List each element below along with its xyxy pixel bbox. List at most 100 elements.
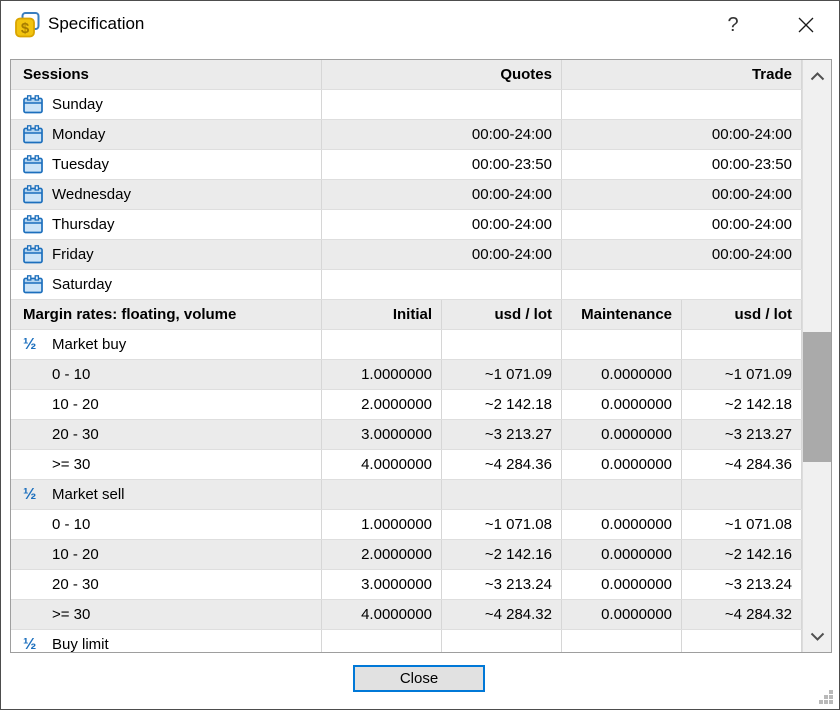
scrollbar-thumb[interactable] bbox=[803, 332, 831, 462]
value-cell: Trade bbox=[562, 60, 802, 89]
cell-text: Monday bbox=[52, 126, 105, 143]
chevron-down-icon bbox=[810, 632, 825, 641]
table-row: 10 - 202.0000000~2 142.180.0000000~2 142… bbox=[11, 390, 802, 420]
table-row: ½Market buy bbox=[11, 330, 802, 360]
label-cell: ½Market sell bbox=[11, 480, 322, 509]
cell-text: Market sell bbox=[52, 486, 125, 503]
specification-dialog: $ Specification ? SessionsQuotesTradeSun… bbox=[0, 0, 840, 710]
label-cell: Saturday bbox=[11, 270, 322, 299]
value-cell bbox=[562, 480, 682, 509]
value-cell: 0.0000000 bbox=[562, 420, 682, 449]
value-cell bbox=[682, 630, 802, 653]
cell-text: Margin rates: floating, volume bbox=[23, 306, 236, 323]
value-cell bbox=[322, 270, 562, 299]
value-cell: ~4 284.32 bbox=[442, 600, 562, 629]
value-cell: ~4 284.36 bbox=[442, 450, 562, 479]
table-row: Saturday bbox=[11, 270, 802, 300]
table-row: 0 - 101.0000000~1 071.080.0000000~1 071.… bbox=[11, 510, 802, 540]
value-cell: 0.0000000 bbox=[562, 510, 682, 539]
one-half-icon: ½ bbox=[23, 636, 43, 654]
label-cell: 0 - 10 bbox=[11, 360, 322, 389]
scroll-up-button[interactable] bbox=[803, 62, 831, 90]
cell-text: Sunday bbox=[52, 96, 103, 113]
value-cell: usd / lot bbox=[682, 300, 802, 329]
value-cell: ~1 071.08 bbox=[682, 510, 802, 539]
cell-text: 10 - 20 bbox=[52, 396, 99, 413]
value-cell: Quotes bbox=[322, 60, 562, 89]
value-cell: 00:00-24:00 bbox=[562, 180, 802, 209]
value-cell: 0.0000000 bbox=[562, 570, 682, 599]
value-cell bbox=[562, 630, 682, 653]
help-button[interactable]: ? bbox=[713, 5, 753, 45]
resize-grip[interactable] bbox=[818, 689, 834, 705]
window-close-button[interactable] bbox=[785, 5, 827, 45]
close-icon bbox=[797, 16, 815, 34]
value-cell bbox=[322, 90, 562, 119]
resize-grip-icon bbox=[818, 689, 834, 705]
cell-text: >= 30 bbox=[52, 606, 90, 623]
value-cell: 00:00-24:00 bbox=[322, 180, 562, 209]
value-cell: ~1 071.09 bbox=[442, 360, 562, 389]
value-cell: ~1 071.08 bbox=[442, 510, 562, 539]
value-cell: ~3 213.27 bbox=[442, 420, 562, 449]
calendar-icon bbox=[23, 245, 43, 264]
value-cell: 00:00-23:50 bbox=[322, 150, 562, 179]
table-row: 0 - 101.0000000~1 071.090.0000000~1 071.… bbox=[11, 360, 802, 390]
label-cell: Friday bbox=[11, 240, 322, 269]
cell-text: Wednesday bbox=[52, 186, 131, 203]
spec-table: Sessions QuotesTrade Sunday Monday 00:00-24:… bbox=[11, 60, 802, 652]
value-cell bbox=[442, 630, 562, 653]
label-cell: Thursday bbox=[11, 210, 322, 239]
label-cell: Margin rates: floating, volume bbox=[11, 300, 322, 329]
label-cell: 20 - 30 bbox=[11, 420, 322, 449]
scroll-down-button[interactable] bbox=[803, 622, 831, 650]
window-title: Specification bbox=[48, 14, 144, 34]
table-row: Sunday bbox=[11, 90, 802, 120]
cell-text: 0 - 10 bbox=[52, 516, 90, 533]
cell-text: >= 30 bbox=[52, 456, 90, 473]
cell-text: Saturday bbox=[52, 276, 112, 293]
value-cell: 00:00-24:00 bbox=[562, 120, 802, 149]
value-cell: 3.0000000 bbox=[322, 570, 442, 599]
label-cell: Wednesday bbox=[11, 180, 322, 209]
label-cell: Sessions bbox=[11, 60, 322, 89]
label-cell: ½Market buy bbox=[11, 330, 322, 359]
chevron-up-icon bbox=[810, 72, 825, 81]
value-cell: ~2 142.16 bbox=[682, 540, 802, 569]
value-cell bbox=[322, 330, 442, 359]
label-cell: 10 - 20 bbox=[11, 390, 322, 419]
value-cell: ~2 142.16 bbox=[442, 540, 562, 569]
value-cell: ~4 284.32 bbox=[682, 600, 802, 629]
label-cell: ½ Buy limit bbox=[11, 630, 322, 653]
value-cell: Initial bbox=[322, 300, 442, 329]
value-cell: 0.0000000 bbox=[562, 600, 682, 629]
value-cell: 00:00-24:00 bbox=[322, 120, 562, 149]
value-cell bbox=[562, 270, 802, 299]
cell-text: Sessions bbox=[23, 66, 89, 83]
table-row: Friday00:00-24:0000:00-24:00 bbox=[11, 240, 802, 270]
value-cell bbox=[442, 330, 562, 359]
table-row: >= 304.0000000~4 284.360.0000000~4 284.3… bbox=[11, 450, 802, 480]
vertical-scrollbar[interactable] bbox=[802, 60, 831, 652]
cell-text: Buy limit bbox=[52, 636, 109, 653]
value-cell: 3.0000000 bbox=[322, 420, 442, 449]
label-cell: 10 - 20 bbox=[11, 540, 322, 569]
label-cell: Monday bbox=[11, 120, 322, 149]
calendar-icon bbox=[23, 215, 43, 234]
table-row: Sessions QuotesTrade bbox=[11, 60, 802, 90]
label-cell: Sunday bbox=[11, 90, 322, 119]
value-cell: ~3 213.24 bbox=[442, 570, 562, 599]
value-cell: 0.0000000 bbox=[562, 360, 682, 389]
calendar-icon bbox=[23, 185, 43, 204]
cell-text: 10 - 20 bbox=[52, 546, 99, 563]
label-cell: >= 30 bbox=[11, 450, 322, 479]
close-button[interactable]: Close bbox=[353, 665, 485, 692]
cell-text: 20 - 30 bbox=[52, 576, 99, 593]
value-cell bbox=[562, 90, 802, 119]
label-cell: Tuesday bbox=[11, 150, 322, 179]
value-cell: 2.0000000 bbox=[322, 390, 442, 419]
label-cell: 20 - 30 bbox=[11, 570, 322, 599]
calendar-icon bbox=[23, 125, 43, 144]
value-cell bbox=[562, 330, 682, 359]
table-row: ½Market sell bbox=[11, 480, 802, 510]
